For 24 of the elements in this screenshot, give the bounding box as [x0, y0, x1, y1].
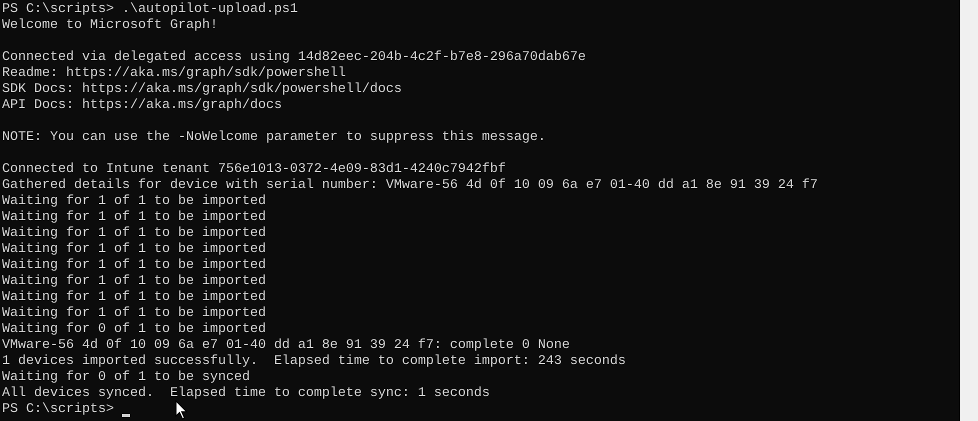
console-line: All devices synced. Elapsed time to complete sync: 1 seconds	[2, 386, 490, 402]
console-line: API Docs: https://aka.ms/graph/docs	[2, 98, 282, 114]
console-line: Waiting for 1 of 1 to be imported	[2, 306, 266, 322]
console-line: Connected to Intune tenant 756e1013-0372-4e09-83d1-4240c7942fbf	[2, 162, 506, 178]
console-line: Gathered details for device with serial number: VMware-56 4d 0f 10 09 6a e7 01-40 dd a1 8e 91 39 24 f7	[2, 178, 818, 194]
console-line: Waiting for 1 of 1 to be imported	[2, 242, 266, 258]
console-line: Connected via delegated access using 14d82eec-204b-4c2f-b7e8-296a70dab67e	[2, 50, 586, 66]
console-line: Waiting for 1 of 1 to be imported	[2, 210, 266, 226]
console-line: Readme: https://aka.ms/graph/sdk/powershell	[2, 66, 346, 82]
prompt-text: PS C:\scripts>	[2, 402, 114, 418]
console-line: Waiting for 1 of 1 to be imported	[2, 274, 266, 290]
console-line: SDK Docs: https://aka.ms/graph/sdk/powershell/docs	[2, 82, 402, 98]
console-line: Waiting for 1 of 1 to be imported	[2, 226, 266, 242]
console-line: VMware-56 4d 0f 10 09 6a e7 01-40 dd a1 8e 91 39 24 f7: complete 0 None	[2, 338, 570, 354]
console-line: Waiting for 0 of 1 to be synced	[2, 370, 250, 386]
console-line: Welcome to Microsoft Graph!	[2, 18, 218, 34]
console-line: NOTE: You can use the -NoWelcome parameter to suppress this message.	[2, 130, 546, 146]
console-line: Waiting for 1 of 1 to be imported	[2, 258, 266, 274]
scrollbar[interactable]	[960, 0, 978, 421]
console-line: 1 devices imported successfully. Elapsed time to complete import: 243 seconds	[2, 354, 626, 370]
console-line: PS C:\scripts> .\autopilot-upload.ps1	[2, 2, 298, 18]
console-line: Waiting for 0 of 1 to be imported	[2, 322, 266, 338]
console-line: Waiting for 1 of 1 to be imported	[2, 194, 266, 210]
console-line: Waiting for 1 of 1 to be imported	[2, 290, 266, 306]
